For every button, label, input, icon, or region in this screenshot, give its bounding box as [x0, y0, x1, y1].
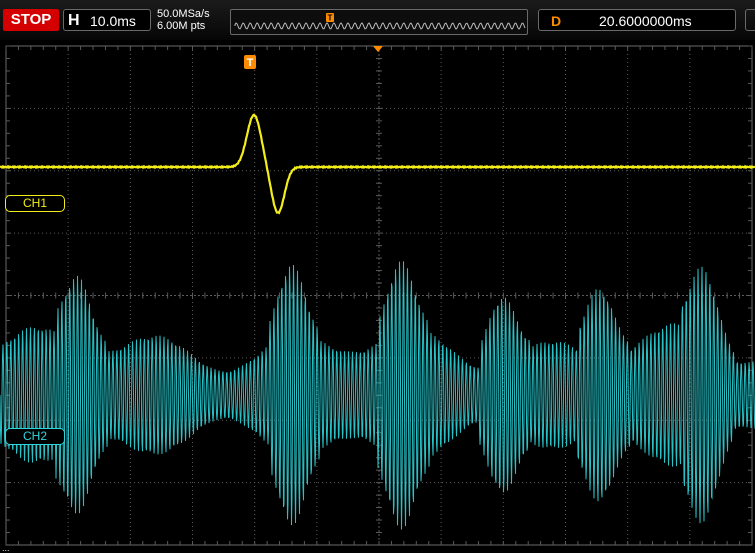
memory-depth: 6.00M pts [157, 20, 206, 32]
ch2-label[interactable]: CH2 [5, 428, 65, 445]
overview-trigger-marker: T [326, 13, 334, 23]
trigger-status-box[interactable] [745, 9, 755, 31]
horizontal-center-marker[interactable] [373, 46, 383, 52]
ch1-label[interactable]: CH1 [5, 195, 65, 212]
horizontal-timebase[interactable]: H 10.0ms [63, 9, 151, 31]
trigger-position-marker[interactable]: T [244, 55, 256, 69]
trigger-position-label: T [247, 57, 254, 69]
acquisition-info: 50.0MSa/s 6.00M pts [157, 8, 210, 32]
delay-label: D [551, 13, 562, 29]
status-bar: STOP H 10.0ms 50.0MSa/s 6.00M pts T D 20… [0, 0, 755, 40]
horizontal-scale-value: 10.0ms [90, 13, 136, 29]
run-stop-indicator[interactable]: STOP [3, 9, 59, 31]
delay-value: 20.6000000ms [599, 13, 692, 29]
horizontal-delay[interactable]: D 20.6000000ms [538, 9, 736, 31]
memory-overview-waveform: T [234, 13, 526, 30]
memory-overview-bar[interactable]: T [230, 9, 528, 35]
overview-trigger-label: T [328, 14, 333, 23]
waveform-display[interactable]: T CH1 CH2 [0, 40, 755, 552]
sample-rate: 50.0MSa/s [157, 8, 210, 20]
grid-lines [5, 45, 753, 546]
graticule: T [0, 45, 755, 546]
ch1-trace-path [0, 113, 755, 215]
ch1-waveform [0, 113, 755, 215]
horizontal-label: H [68, 12, 80, 29]
